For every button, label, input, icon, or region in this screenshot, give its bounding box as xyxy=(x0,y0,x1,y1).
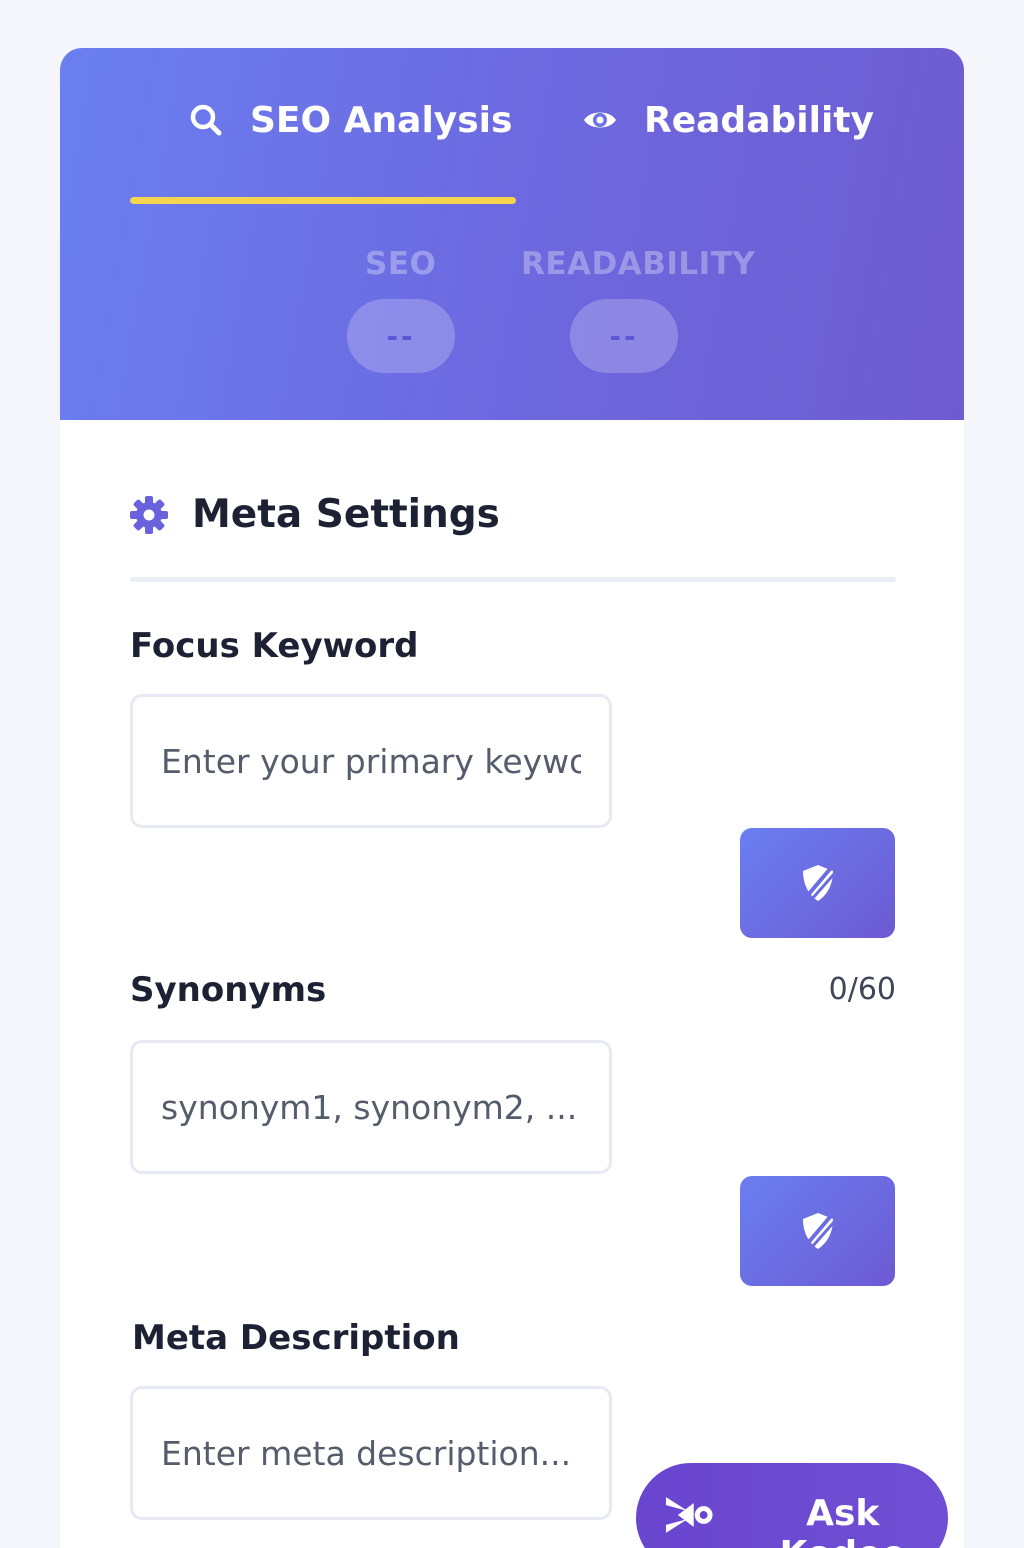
meta-description-label: Meta Description xyxy=(132,1318,460,1358)
synonyms-input[interactable] xyxy=(130,1040,612,1174)
section-divider xyxy=(130,577,896,582)
readability-score-badge: -- xyxy=(570,299,678,373)
tab-readability[interactable]: Readability xyxy=(582,96,874,144)
ask-kodee-button[interactable]: Ask Kodee xyxy=(636,1463,948,1548)
seo-panel: SEO Analysis Readability SEO READABILITY… xyxy=(60,48,964,1548)
panel-header: SEO Analysis Readability SEO READABILITY… xyxy=(60,48,964,420)
section-title: Meta Settings xyxy=(192,492,500,537)
seo-score-label: SEO xyxy=(365,246,437,282)
sparkle-shield-icon xyxy=(802,1213,835,1249)
gear-icon xyxy=(130,495,168,534)
sparkle-shield-icon xyxy=(802,865,835,901)
tab-seo-analysis-label: SEO Analysis xyxy=(250,99,513,141)
synonyms-label: Synonyms xyxy=(130,970,327,1010)
focus-keyword-input[interactable] xyxy=(130,694,612,828)
meta-description-input[interactable] xyxy=(130,1386,612,1520)
seo-score-badge: -- xyxy=(347,299,455,373)
synonyms-char-counter: 0/60 xyxy=(828,972,896,1007)
ask-kodee-label: Ask Kodee xyxy=(779,1493,906,1548)
focus-keyword-label: Focus Keyword xyxy=(130,626,419,666)
tab-seo-analysis[interactable]: SEO Analysis xyxy=(188,96,512,144)
focus-keyword-ai-button[interactable] xyxy=(740,828,895,938)
tab-readability-label: Readability xyxy=(644,99,874,141)
kodee-icon xyxy=(665,1497,713,1533)
synonyms-ai-button[interactable] xyxy=(740,1176,895,1286)
readability-score-label: READABILITY xyxy=(521,246,756,282)
eye-icon xyxy=(584,112,616,128)
search-icon xyxy=(190,104,222,136)
meta-settings-heading: Meta Settings xyxy=(128,492,500,537)
active-tab-indicator xyxy=(130,197,516,204)
